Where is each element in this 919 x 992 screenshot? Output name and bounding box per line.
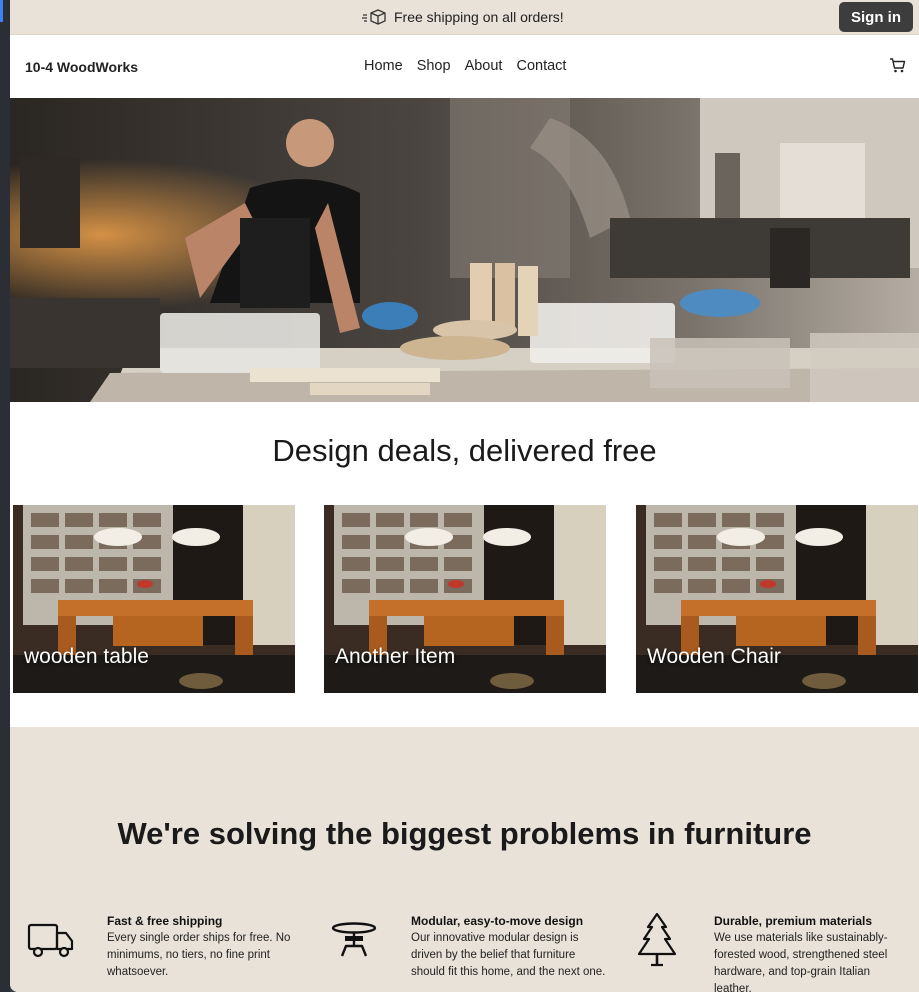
window-edge-accent — [0, 0, 3, 22]
sign-in-button[interactable]: Sign in — [839, 2, 913, 32]
hero-workshop-illustration — [10, 98, 919, 402]
product-card-wooden-chair[interactable]: Wooden Chair — [636, 505, 918, 693]
pine-tree-icon — [637, 912, 677, 967]
nav-home[interactable]: Home — [364, 58, 403, 74]
feature-title: Durable, premium materials — [714, 914, 873, 928]
problems-section: We're solving the biggest problems in fu… — [10, 727, 919, 992]
feature-text: Every single order ships for free. No mi… — [107, 932, 291, 978]
announcement-text: Free shipping on all orders! — [394, 9, 564, 25]
product-cards: wooden table Another Item Wooden Chair — [13, 505, 919, 693]
modular-table-icon — [331, 922, 377, 957]
nav-contact[interactable]: Contact — [516, 58, 566, 74]
page: Free shipping on all orders! Sign in 10-… — [10, 0, 919, 992]
product-name: Another Item — [335, 645, 456, 668]
main-nav: Home Shop About Contact — [364, 58, 566, 74]
announcement: Free shipping on all orders! — [362, 9, 564, 25]
feature-title: Modular, easy-to-move design — [411, 914, 584, 928]
product-name: Wooden Chair — [647, 645, 781, 668]
feature-text: Our innovative modular design is driven … — [411, 932, 606, 978]
announcement-bar: Free shipping on all orders! Sign in — [10, 0, 919, 35]
product-name: wooden table — [24, 645, 149, 668]
problems-heading: We're solving the biggest problems in fu… — [117, 816, 812, 851]
feature-title: Fast & free shipping — [107, 914, 223, 928]
deals-heading: Design deals, delivered free — [272, 433, 657, 468]
site-logo[interactable]: 10-4 WoodWorks — [25, 59, 138, 75]
window-edge — [0, 0, 10, 992]
delivery-truck-icon — [27, 923, 74, 958]
shipping-box-icon — [362, 9, 386, 25]
product-card-another-item[interactable]: Another Item — [324, 505, 606, 693]
product-card-wooden-table[interactable]: wooden table — [13, 505, 295, 693]
hero-image — [10, 98, 919, 402]
nav-shop[interactable]: Shop — [417, 58, 451, 74]
site-header: 10-4 WoodWorks Home Shop About Contact — [10, 35, 919, 98]
cart-icon[interactable] — [889, 57, 906, 74]
feature-text: We use materials like sustainably-forest… — [714, 932, 888, 992]
nav-about[interactable]: About — [465, 58, 503, 74]
